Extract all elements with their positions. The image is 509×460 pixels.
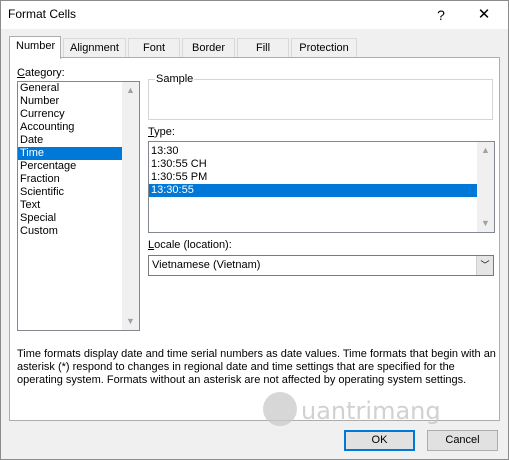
tab-number[interactable]: Number (9, 36, 61, 59)
tab-alignment[interactable]: Alignment (63, 38, 126, 58)
cancel-button[interactable]: Cancel (427, 430, 498, 451)
category-item[interactable]: Text (18, 199, 139, 212)
category-label-hotkey: C (17, 67, 25, 79)
category-item[interactable]: Fraction (18, 173, 139, 186)
tab-fill[interactable]: Fill (237, 38, 289, 58)
category-item[interactable]: Currency (18, 108, 139, 121)
tab-strip: Number Alignment Font Border Fill Protec… (9, 36, 499, 59)
category-item[interactable]: Number (18, 95, 139, 108)
category-label: Category: (17, 67, 65, 79)
title-bar: Format Cells ? ✕ (1, 1, 508, 29)
ok-button[interactable]: OK (344, 430, 415, 451)
locale-dropdown[interactable]: Vietnamese (Vietnam) ﹀ (148, 255, 494, 276)
tab-border[interactable]: Border (182, 38, 235, 58)
category-item[interactable]: Date (18, 134, 139, 147)
close-button[interactable]: ✕ (471, 5, 497, 25)
locale-label-rest: ocale (location): (154, 239, 232, 251)
type-item[interactable]: 1:30:55 PM (149, 171, 494, 184)
type-listbox[interactable]: 13:30 1:30:55 CH 1:30:55 PM 13:30:55 ▲ ▼ (148, 141, 495, 233)
scroll-down-icon[interactable]: ▼ (477, 215, 494, 232)
type-item[interactable]: 13:30:55 (149, 184, 494, 197)
locale-value: Vietnamese (Vietnam) (152, 259, 261, 271)
scroll-down-icon[interactable]: ▼ (122, 313, 139, 330)
help-button[interactable]: ? (429, 5, 453, 25)
category-item[interactable]: Scientific (18, 186, 139, 199)
type-label: Type: (148, 126, 175, 138)
format-description: Time formats display date and time seria… (17, 348, 496, 386)
category-item[interactable]: Percentage (18, 160, 139, 173)
category-item[interactable]: Special (18, 212, 139, 225)
type-scrollbar[interactable]: ▲ ▼ (477, 142, 494, 232)
type-item[interactable]: 1:30:55 CH (149, 158, 494, 171)
type-label-rest: ype: (154, 126, 175, 138)
tab-font[interactable]: Font (128, 38, 180, 58)
number-tab-panel: Category: General Number Currency Accountin… (9, 57, 500, 421)
tab-protection[interactable]: Protection (291, 38, 357, 58)
chevron-down-icon[interactable]: ﹀ (476, 256, 493, 275)
dialog-title: Format Cells (8, 7, 77, 21)
locale-label: Locale (location): (148, 239, 232, 251)
type-item[interactable]: 13:30 (149, 145, 494, 158)
scroll-up-icon[interactable]: ▲ (477, 142, 494, 159)
category-item[interactable]: Time (18, 147, 139, 160)
category-scrollbar[interactable]: ▲ ▼ (122, 82, 139, 330)
type-items: 13:30 1:30:55 CH 1:30:55 PM 13:30:55 (149, 142, 494, 197)
category-items: General Number Currency Accounting Date Time P… (18, 82, 139, 238)
category-item[interactable]: General (18, 82, 139, 95)
sample-group: Sample (148, 73, 493, 120)
sample-label: Sample (155, 73, 195, 85)
format-cells-dialog: Format Cells ? ✕ Number Alignment Font B… (0, 0, 509, 460)
category-listbox[interactable]: General Number Currency Accounting Date Time P… (17, 81, 140, 331)
category-label-rest: ategory: (24, 67, 65, 79)
category-item[interactable]: Custom (18, 225, 139, 238)
scroll-up-icon[interactable]: ▲ (122, 82, 139, 99)
category-item[interactable]: Accounting (18, 121, 139, 134)
